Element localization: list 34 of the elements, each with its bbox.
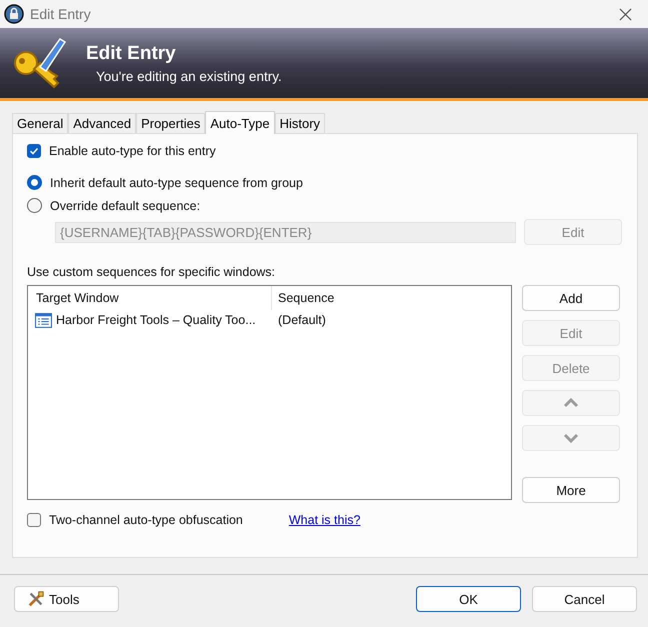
table-cell-text: (Default)	[277, 313, 326, 327]
radio-label: Override default sequence:	[50, 198, 200, 212]
chevron-down-icon	[563, 433, 579, 443]
tab[interactable]: Auto-Type	[205, 111, 275, 134]
ok-button[interactable]: OK	[416, 586, 521, 612]
action-button[interactable]: Add	[522, 285, 620, 311]
help-link[interactable]: What is this?	[288, 513, 360, 527]
header-subtitle: You're editing an existing entry.	[96, 68, 282, 84]
checkbox[interactable]	[27, 144, 41, 158]
action-button[interactable]: More	[522, 477, 620, 503]
column-header[interactable]: Target Window	[28, 286, 272, 310]
radio-label: Inherit default auto-type sequence from group	[50, 176, 303, 190]
cancel-button[interactable]: Cancel	[532, 586, 637, 612]
list-icon	[35, 312, 52, 328]
tab[interactable]: History	[274, 113, 326, 133]
section-label: Use custom sequences for specific windows:	[27, 265, 276, 279]
tab[interactable]: General	[12, 113, 68, 133]
header-title: Edit Entry	[86, 42, 177, 64]
tab[interactable]: Properties	[136, 113, 206, 133]
table-cell: Harbor Freight Tools – Quality Too...	[56, 313, 256, 327]
tools-icon	[27, 590, 45, 608]
close-icon[interactable]	[619, 8, 632, 20]
chevron-up-icon	[563, 398, 579, 408]
tools-button[interactable]: Tools	[14, 586, 119, 612]
window-title: Edit Entry	[30, 6, 91, 22]
checkmark-icon	[28, 145, 40, 157]
lock-icon	[4, 4, 24, 24]
checkbox[interactable]	[27, 513, 41, 527]
checkbox-label: Two-channel auto-type obfuscation	[49, 513, 243, 527]
checkbox-label: Enable auto-type for this entry	[49, 144, 216, 158]
column-header[interactable]: Sequence	[272, 286, 334, 310]
radio-button[interactable]	[27, 175, 42, 190]
tab[interactable]: Advanced	[68, 113, 136, 133]
radio-button[interactable]	[27, 198, 42, 213]
